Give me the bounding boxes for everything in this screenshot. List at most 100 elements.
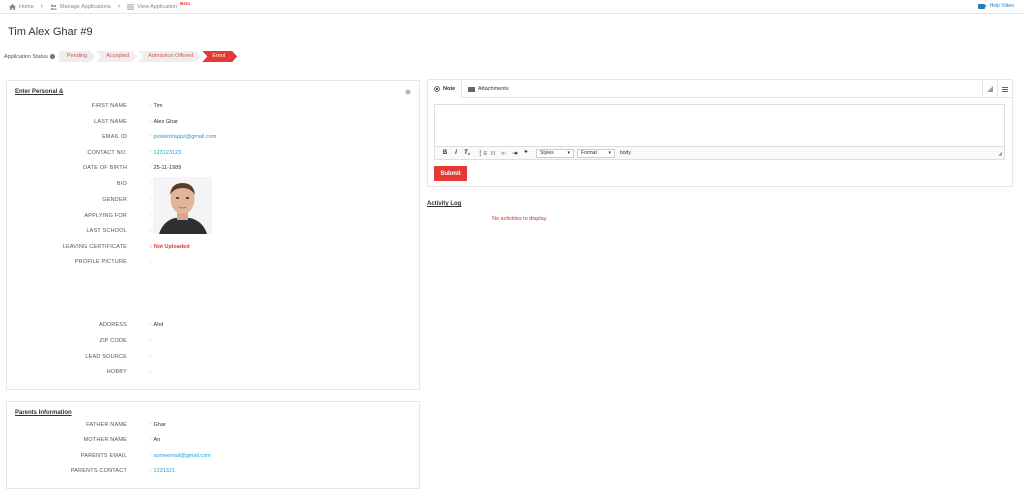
field-label: MOTHER NAME — [83, 437, 127, 443]
field-label: FATHER NAME — [86, 422, 127, 428]
submit-button[interactable]: Submit — [434, 166, 467, 181]
breadcrumb-manage-label: Manage Applications — [60, 3, 111, 10]
tab-note-label: Note — [443, 86, 456, 92]
field-value-wrap: : An — [150, 437, 160, 443]
note-radio-icon — [434, 86, 440, 92]
notes-panel: Note Attachments B I Tx ⋮≡ ∷ ⇤ ⇥ ❞ Style… — [427, 79, 1013, 187]
field-label: PARENTS EMAIL — [80, 453, 127, 459]
field-value-wrap: : — [150, 259, 154, 265]
list-icon — [127, 3, 135, 10]
home-icon — [9, 3, 16, 10]
field-label: GENDER — [102, 197, 127, 203]
status-step-accepted[interactable]: Accepted — [96, 51, 137, 62]
no-activities-message: No activities to display. — [492, 216, 548, 222]
field-value[interactable]: 123123123 — [154, 150, 182, 156]
field-value-wrap: : Tim — [150, 103, 163, 109]
field-value-wrap: : Ahd — [150, 322, 163, 328]
field-label: ADDRESS — [99, 322, 127, 328]
note-editor[interactable]: B I Tx ⋮≡ ∷ ⇤ ⇥ ❞ Styles ▾ Format ▾ body ◢ — [434, 104, 1005, 160]
field-row-leaving-certificate: LEAVING CERTIFICATE: Not Uploaded — [7, 244, 407, 254]
chevron-right-icon: › — [117, 3, 121, 10]
page-title: Tim Alex Ghar #9 — [8, 26, 93, 38]
gear-icon[interactable] — [405, 89, 411, 95]
format-select[interactable]: Format ▾ — [577, 148, 615, 158]
send-icon[interactable] — [982, 80, 997, 98]
field-label: EMAIL ID — [102, 134, 127, 140]
field-colon: : — [150, 119, 152, 125]
field-colon: : — [150, 181, 152, 187]
tab-note[interactable]: Note — [428, 80, 463, 98]
menu-icon[interactable] — [997, 80, 1012, 98]
field-value-wrap: : — [150, 338, 154, 344]
italic-button[interactable]: I — [451, 148, 461, 158]
personal-panel: Enter Personal & FIRST NAME : Tim LAST NAME… — [6, 80, 420, 390]
indent-icon[interactable]: ⇥ — [510, 148, 520, 158]
question-icon[interactable]: ? — [50, 54, 56, 59]
status-step-enrol[interactable]: Enrol — [202, 51, 237, 62]
numbered-list-icon[interactable]: ⋮≡ — [477, 148, 487, 158]
users-icon — [50, 4, 58, 10]
parents-panel-title: Parents Information — [15, 410, 72, 416]
field-row-parents-email: PARENTS EMAIL : someemail@gmail.com — [7, 453, 407, 463]
application-status: Application Status ? Pending Accepted Admi… — [4, 51, 238, 62]
field-label: HOBBY — [106, 369, 127, 375]
field-label: BIO — [116, 181, 127, 187]
field-value[interactable]: 1231321 — [154, 468, 175, 474]
beta-badge: Beta — [180, 1, 190, 6]
field-value-wrap: :25-11-1989 — [150, 165, 181, 171]
field-label: FIRST NAME — [91, 103, 127, 109]
bold-button[interactable]: B — [440, 148, 450, 158]
field-colon: : — [150, 165, 152, 171]
attachment-icon — [468, 86, 475, 92]
field-value-wrap: :123123123 — [150, 150, 181, 156]
video-camera-icon — [977, 3, 987, 9]
field-row-mother-name: MOTHER NAME : An — [7, 437, 407, 447]
field-colon: : — [150, 259, 152, 265]
field-row-lead-source: LEAD SOURCE: — [7, 354, 407, 364]
field-label: LAST NAME — [94, 119, 127, 125]
field-value-wrap: : someemail@gmail.com — [150, 453, 211, 459]
styles-select-label: Styles — [540, 150, 554, 156]
chevron-down-icon: ▾ — [608, 150, 611, 156]
field-row-father-name: FATHER NAME: Ghar — [7, 422, 407, 432]
help-video-link[interactable]: Help Video — [977, 3, 1014, 9]
blockquote-icon[interactable]: ❞ — [521, 148, 531, 158]
field-value[interactable]: proteintrappz@gmail.com — [154, 134, 217, 140]
chevron-right-icon: › — [40, 3, 44, 10]
bulleted-list-icon[interactable]: ∷ — [488, 148, 498, 158]
field-value[interactable]: someemail@gmail.com — [154, 453, 211, 459]
status-steps: Pending Accepted Admission Offered Enrol — [59, 51, 238, 62]
breadcrumb-home-label: Home — [19, 3, 34, 10]
field-value: An — [153, 437, 161, 443]
top-bar: Home › Manage Applications › View Applic… — [0, 0, 1024, 14]
personal-panel-title: Enter Personal & — [15, 89, 64, 95]
field-value-wrap: : Alex Ghar — [150, 119, 178, 125]
field-colon: : — [150, 338, 152, 344]
status-step-pending[interactable]: Pending — [59, 51, 95, 62]
format-select-label: Format — [581, 150, 597, 156]
status-step-admission-offered[interactable]: Admission Offered — [138, 51, 201, 62]
field-value: Ghar — [153, 422, 166, 428]
element-path: body — [620, 150, 631, 156]
help-video-label: Help Video — [989, 3, 1014, 9]
outdent-icon[interactable]: ⇤ — [499, 148, 509, 158]
breadcrumb-home[interactable]: Home — [9, 3, 34, 10]
field-row-contact-no: CONTACT NO.:123123123 — [7, 150, 407, 160]
tab-attachments-label: Attachments — [478, 86, 509, 92]
resize-handle-icon[interactable]: ◢ — [998, 151, 1002, 157]
breadcrumb-manage-applications[interactable]: Manage Applications — [50, 4, 111, 10]
styles-select[interactable]: Styles ▾ — [536, 148, 574, 158]
field-value: Ahd — [153, 322, 164, 328]
field-colon: : — [150, 213, 152, 219]
remove-format-button[interactable]: Tx — [462, 148, 472, 158]
field-row-zip-code: ZIP CODE: — [7, 338, 407, 348]
field-row-address: ADDRESS : Ahd — [7, 322, 407, 332]
field-label: LEAVING CERTIFICATE — [62, 244, 127, 250]
field-colon: : — [150, 150, 152, 156]
field-label: CONTACT NO. — [87, 150, 127, 156]
tab-attachments[interactable]: Attachments — [462, 80, 515, 98]
field-colon: : — [150, 103, 152, 109]
field-label: ZIP CODE — [99, 338, 127, 344]
field-colon: : — [150, 197, 152, 203]
field-row-date-of-birth: DATE OF BIRTH:25-11-1989 — [7, 165, 407, 175]
